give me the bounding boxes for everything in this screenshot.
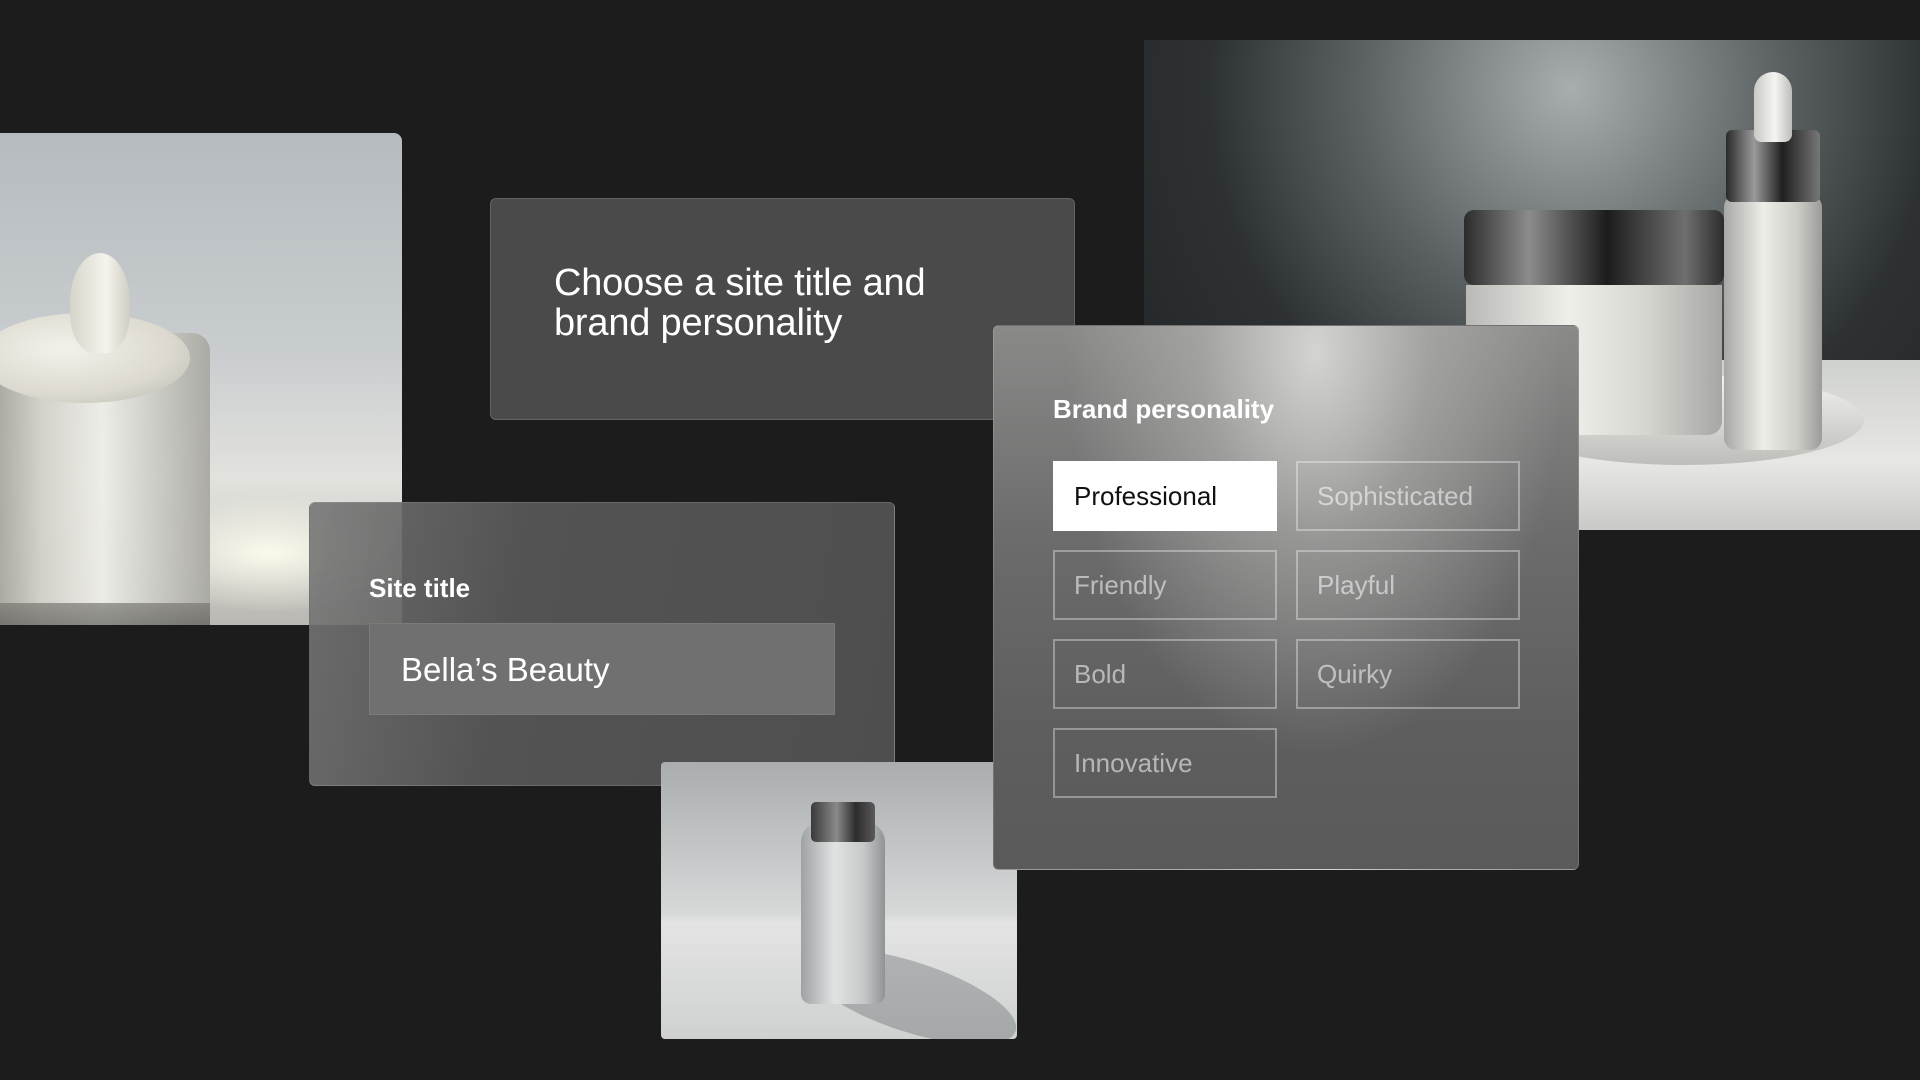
option-innovative[interactable]: Innovative (1053, 728, 1277, 798)
page-title: Choose a site title and brand personalit… (554, 262, 926, 344)
brand-personality-label: Brand personality (1053, 394, 1275, 424)
heading-card: Choose a site title and brand personalit… (490, 198, 1075, 420)
brand-personality-card: Brand personality Professional Sophistic… (993, 325, 1579, 870)
site-title-card: Site title Bella’s Beauty (309, 502, 895, 786)
option-professional[interactable]: Professional (1053, 461, 1277, 531)
option-sophisticated[interactable]: Sophisticated (1296, 461, 1520, 531)
site-title-input[interactable]: Bella’s Beauty (369, 623, 835, 715)
option-bold[interactable]: Bold (1053, 639, 1277, 709)
option-quirky[interactable]: Quirky (1296, 639, 1520, 709)
option-playful[interactable]: Playful (1296, 550, 1520, 620)
site-title-label: Site title (369, 573, 471, 603)
option-friendly[interactable]: Friendly (1053, 550, 1277, 620)
bottle-photo (661, 762, 1017, 1039)
